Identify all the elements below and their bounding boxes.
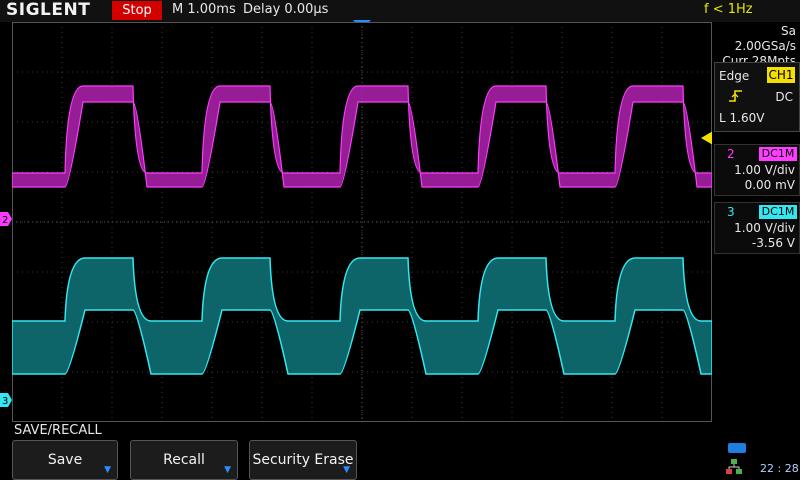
svg-text:2: 2 (2, 215, 8, 226)
recall-button-label: Recall (163, 452, 205, 468)
delay-readout[interactable]: Delay 0.00µs (243, 2, 328, 17)
channel-2-info-box[interactable]: 2 DC1M 1.00 V/div 0.00 mV (714, 144, 800, 196)
trigger-coupling: DC (775, 90, 793, 104)
run-stop-indicator[interactable]: Stop (112, 1, 162, 20)
channel-3-scale: 1.00 V/div (734, 221, 795, 235)
brand-logo: SIGLENT (6, 0, 91, 20)
system-status-area: 22 : 28 (712, 440, 800, 480)
channel-3-coupling: DC1M (759, 205, 797, 219)
network-icon (726, 459, 742, 474)
clock: 22 : 28 (760, 462, 799, 475)
usb-icon (728, 443, 746, 453)
save-button-label: Save (47, 452, 83, 468)
sample-rate: Sa 2.00GSa/s (734, 24, 796, 53)
channel-3-info-box[interactable]: 3 DC1M 1.00 V/div -3.56 V (714, 202, 800, 254)
trigger-level: L 1.60V (719, 111, 765, 125)
timebase-readout[interactable]: M 1.00ms (172, 2, 236, 17)
channel-3-offset: -3.56 V (751, 236, 795, 250)
trigger-mode: Edge (719, 69, 750, 83)
trigger-info-box[interactable]: Edge CH1 DC L 1.60V (714, 62, 800, 132)
chevron-down-icon: ▼ (343, 465, 350, 475)
menu-title: SAVE/RECALL (14, 423, 102, 438)
rising-edge-icon (729, 90, 742, 102)
security-erase-button[interactable]: Security Erase ▼ (249, 440, 357, 480)
svg-text:3: 3 (2, 396, 8, 407)
trigger-source-badge: CH1 (767, 67, 795, 83)
waveform-display[interactable] (12, 22, 712, 422)
frequency-counter: f < 1Hz (704, 2, 753, 17)
channel-2-coupling: DC1M (759, 147, 797, 161)
channel-3-number: 3 (727, 205, 735, 219)
channel-2-number: 2 (727, 147, 735, 161)
security-erase-button-label: Security Erase (252, 452, 354, 468)
recall-button[interactable]: Recall ▼ (130, 440, 238, 480)
chevron-down-icon: ▼ (104, 465, 111, 475)
save-button[interactable]: Save ▼ (12, 440, 118, 480)
channel-2-scale: 1.00 V/div (734, 163, 795, 177)
chevron-down-icon: ▼ (224, 465, 231, 475)
channel-2-ground-marker[interactable]: 2 (0, 212, 12, 226)
top-status-bar: SIGLENT Stop M 1.00ms Delay 0.00µs f < 1… (0, 0, 800, 29)
channel-3-ground-marker[interactable]: 3 (0, 393, 12, 407)
channel-2-offset: 0.00 mV (744, 178, 795, 192)
